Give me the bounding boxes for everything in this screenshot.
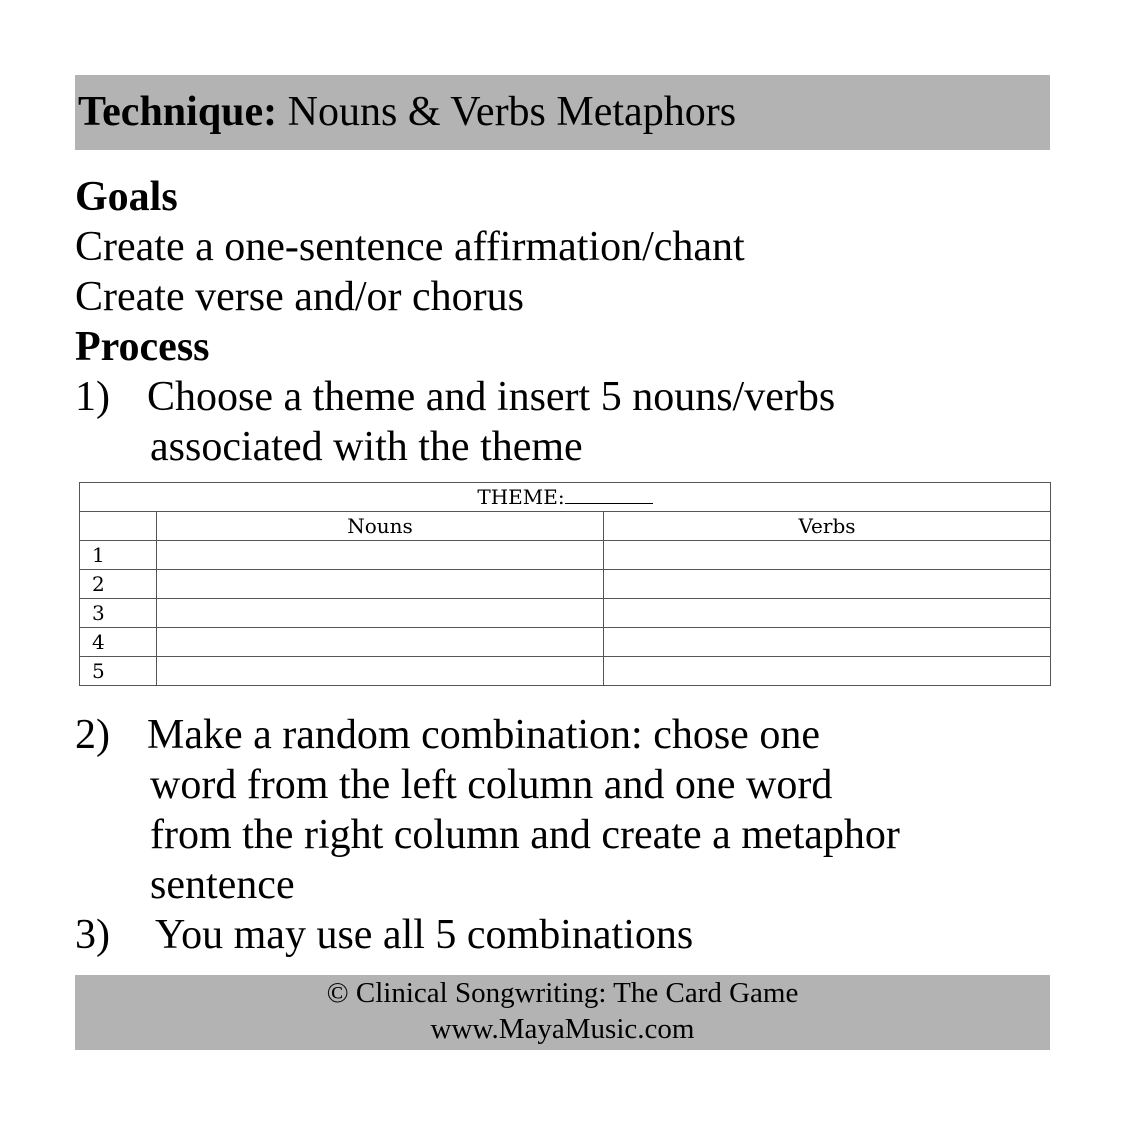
step-3-line-1: You may use all 5 combinations	[155, 912, 694, 958]
goal-item-2: Create verse and/or chorus	[75, 274, 524, 320]
technique-name: Nouns & Verbs Metaphors	[287, 89, 737, 135]
table-row: 4	[79, 627, 1051, 657]
noun-cell[interactable]	[156, 656, 604, 686]
step-2-number: 2)	[75, 712, 110, 758]
row-number: 4	[79, 627, 157, 657]
row-number: 5	[79, 656, 157, 686]
row-number: 3	[79, 598, 157, 628]
verb-cell[interactable]	[603, 627, 1051, 657]
column-header-row: Nouns Verbs	[79, 511, 1051, 541]
step-3-number: 3)	[75, 912, 110, 958]
verb-cell[interactable]	[603, 598, 1051, 628]
copyright-text: © Clinical Songwriting: The Card Game	[326, 977, 799, 1009]
table-row: 5	[79, 656, 1051, 686]
noun-cell[interactable]	[156, 540, 604, 570]
verb-cell[interactable]	[603, 569, 1051, 599]
noun-cell[interactable]	[156, 598, 604, 628]
row-number: 1	[79, 540, 157, 570]
theme-row: THEME:	[79, 482, 1051, 512]
step-2-line-1: Make a random combination: chose one	[147, 712, 820, 758]
page-title: Technique: Nouns & Verbs Metaphors	[78, 87, 736, 137]
goals-heading: Goals	[75, 174, 178, 220]
step-2-line-2: word from the left column and one word	[150, 762, 833, 808]
table-row: 2	[79, 569, 1051, 599]
step-1-number: 1)	[75, 374, 110, 420]
theme-cell[interactable]: THEME:	[79, 482, 1051, 512]
column-header-nouns: Nouns	[156, 511, 604, 541]
noun-cell[interactable]	[156, 569, 604, 599]
table-row: 1	[79, 540, 1051, 570]
verb-cell[interactable]	[603, 656, 1051, 686]
theme-blank	[564, 485, 653, 504]
verb-cell[interactable]	[603, 540, 1051, 570]
theme-label: THEME:	[477, 484, 565, 509]
nouns-verbs-table: THEME: Nouns Verbs 1 2 3 4 5	[79, 482, 1051, 686]
table-row: 3	[79, 598, 1051, 628]
column-header-verbs: Verbs	[603, 511, 1051, 541]
noun-cell[interactable]	[156, 627, 604, 657]
process-heading: Process	[75, 324, 210, 370]
website-link[interactable]: www.MayaMusic.com	[75, 1011, 1050, 1047]
step-1-line-2: associated with the theme	[150, 424, 583, 470]
technique-label: Technique:	[78, 89, 278, 135]
row-number: 2	[79, 569, 157, 599]
step-2-line-4: sentence	[150, 862, 295, 908]
step-2-line-3: from the right column and create a metap…	[150, 812, 900, 858]
step-1-line-1: Choose a theme and insert 5 nouns/verbs	[147, 374, 836, 420]
column-header-blank	[79, 511, 157, 541]
footer-bar: © Clinical Songwriting: The Card Game ww…	[75, 975, 1050, 1050]
goal-item-1: Create a one-sentence affirmation/chant	[75, 224, 745, 270]
title-bar: Technique: Nouns & Verbs Metaphors	[75, 75, 1050, 150]
